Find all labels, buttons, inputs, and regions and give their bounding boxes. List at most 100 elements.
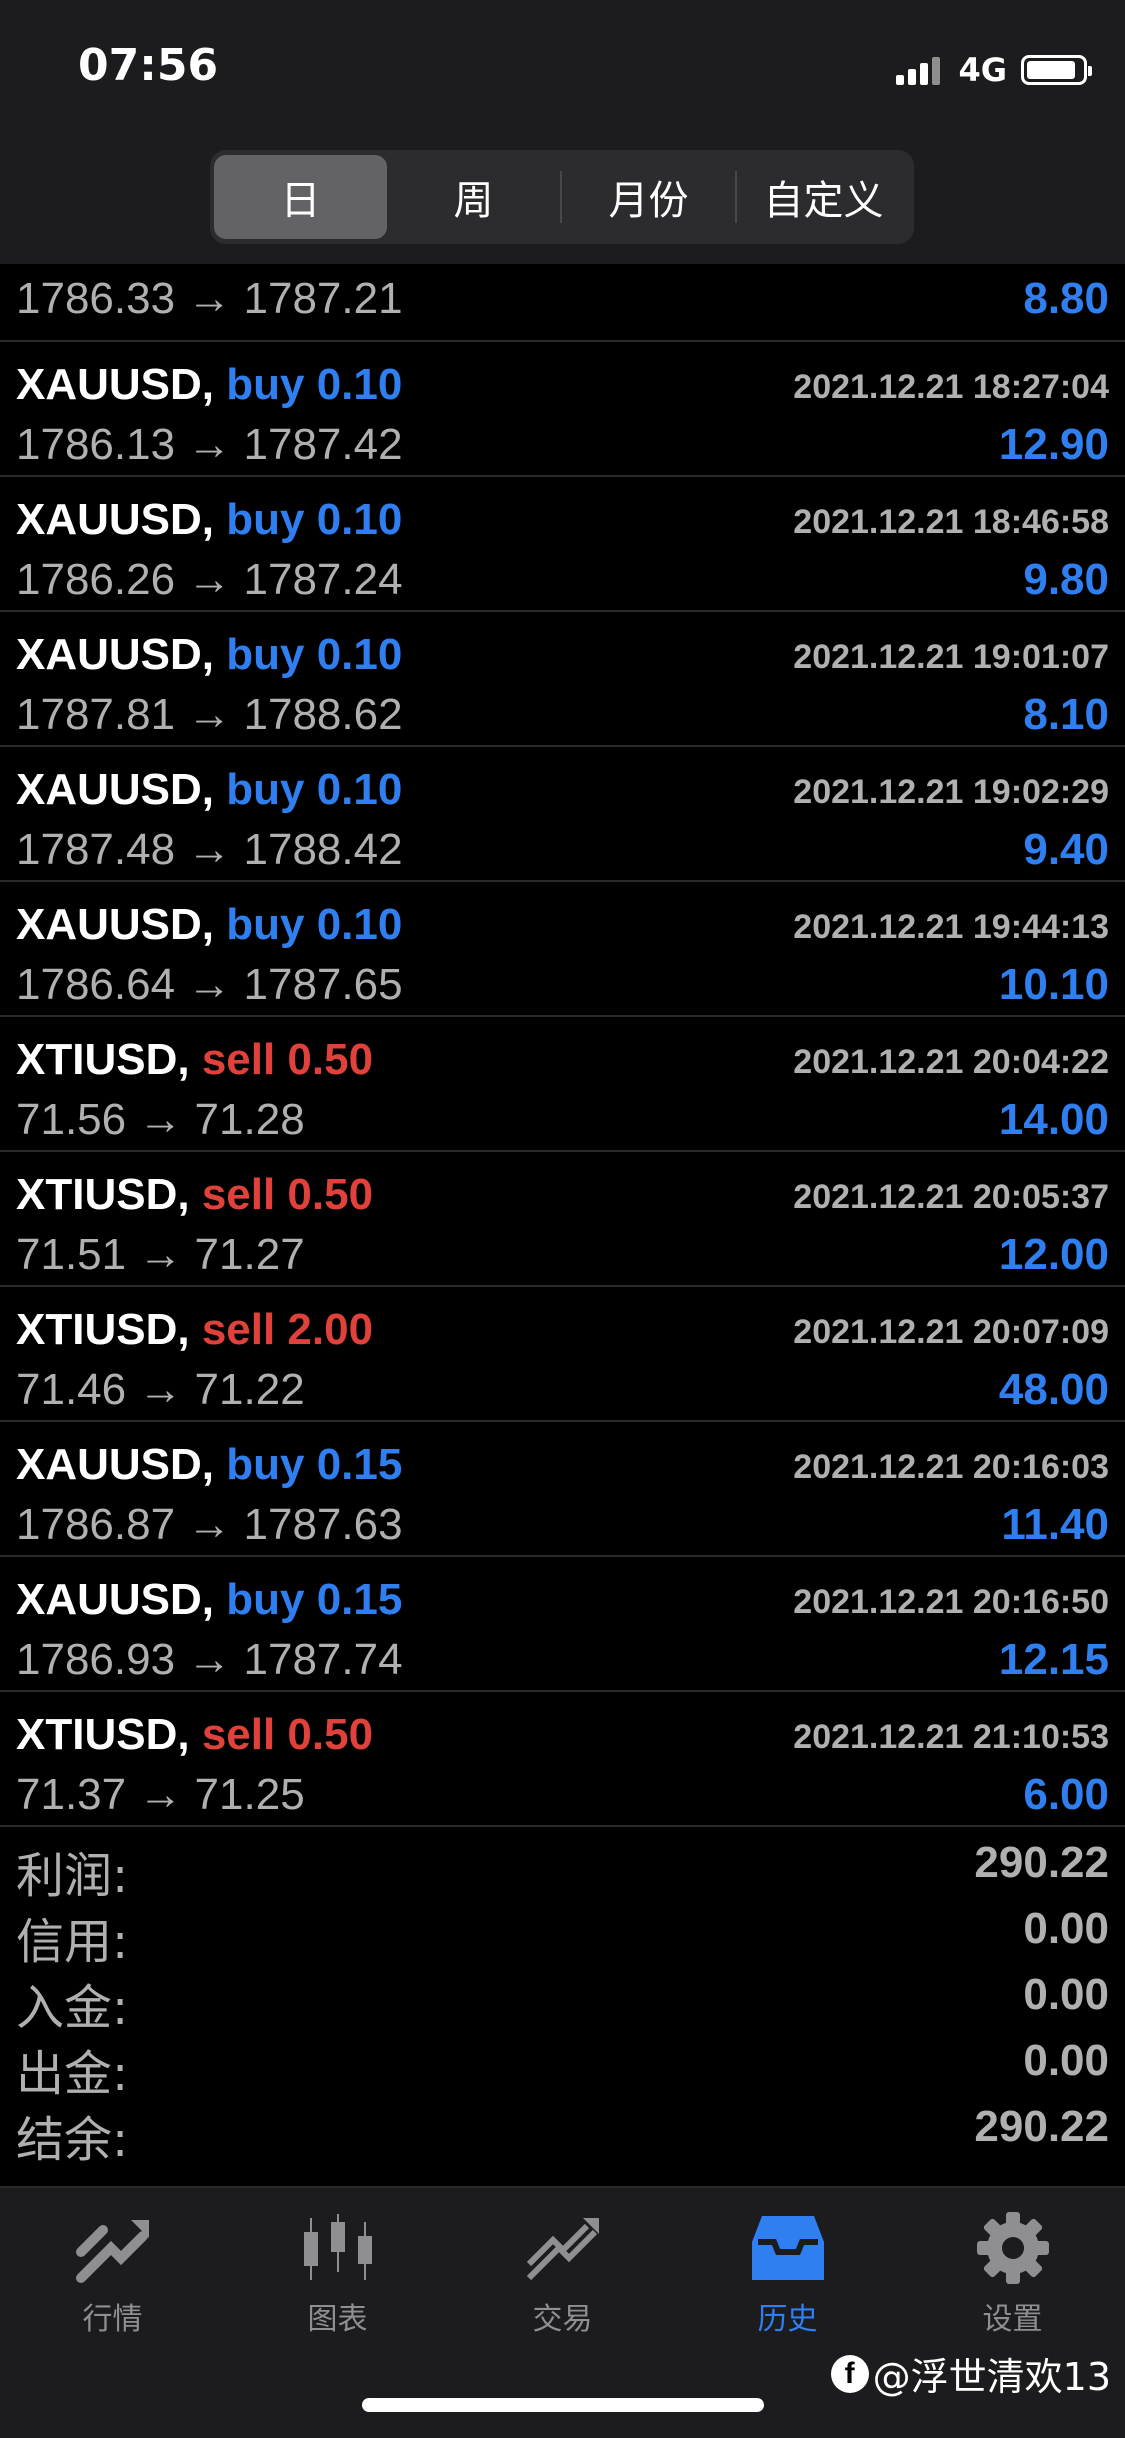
trade-row[interactable]: XAUUSD, buy 0.10 2021.12.21 18:27:04 1786.… (0, 342, 1125, 477)
facebook-icon: f (830, 2354, 869, 2393)
trade-datetime: 2021.12.21 19:01:07 (793, 638, 1109, 676)
period-tab-day[interactable]: 日 (214, 155, 387, 239)
trade-side: buy 0.15 (226, 1575, 403, 1624)
trade-profit: 9.40 (1023, 825, 1109, 874)
summary-row-deposit: 入金: 0.00 (0, 1964, 1125, 2036)
period-tab-week[interactable]: 周 (387, 155, 560, 239)
trade-title: XAUUSD, buy 0.15 (16, 1440, 402, 1490)
trade-profit: 12.90 (998, 420, 1109, 469)
tab-settings[interactable]: 设置 (900, 2212, 1125, 2362)
trade-icon (526, 2218, 599, 2281)
trade-side: sell 2.00 (201, 1305, 374, 1354)
trade-row[interactable]: XTIUSD, sell 0.50 2021.12.21 21:10:53 71.3… (0, 1692, 1125, 1827)
summary-row-withdrawal: 出金: 0.00 (0, 2030, 1125, 2102)
trade-side: buy 0.10 (226, 495, 403, 544)
tab-trade[interactable]: 交易 (450, 2212, 675, 2362)
trade-datetime: 2021.12.21 18:27:04 (793, 368, 1109, 406)
trade-symbol: XTIUSD, (16, 1035, 190, 1084)
signal-icon (896, 55, 944, 85)
trade-prices: 1787.81 → 1788.62 (16, 690, 403, 739)
trade-title: XTIUSD, sell 0.50 (16, 1710, 373, 1760)
trade-row[interactable]: XAUUSD, buy 0.10 2021.12.21 19:01:07 1787.… (0, 612, 1125, 747)
trade-row[interactable]: XAUUSD, buy 0.10 2021.12.21 19:44:13 1786.… (0, 882, 1125, 1017)
trade-side: sell 0.50 (201, 1710, 374, 1759)
trade-datetime: 2021.12.21 20:16:50 (793, 1583, 1109, 1621)
status-indicators: 4G (896, 50, 1092, 90)
trade-title: XTIUSD, sell 2.00 (16, 1305, 373, 1355)
tab-label: 行情 (82, 2302, 143, 2337)
trade-side: buy 0.10 (226, 630, 403, 679)
trade-profit: 12.15 (998, 1635, 1109, 1684)
trade-datetime: 2021.12.21 20:07:09 (793, 1313, 1109, 1351)
summary-value: 290.22 (974, 1838, 1109, 1887)
tab-chart[interactable]: 图表 (225, 2212, 450, 2362)
battery-icon (1021, 55, 1092, 85)
tab-quotes[interactable]: 行情 (0, 2212, 225, 2362)
trade-title: XAUUSD, buy 0.10 (16, 630, 402, 680)
tab-label: 交易 (532, 2302, 593, 2337)
trade-datetime: 2021.12.21 20:16:03 (793, 1448, 1109, 1486)
trade-row[interactable]: XAUUSD, buy 0.15 2021.12.21 20:16:50 1786.… (0, 1557, 1125, 1692)
watermark: f @浮世清欢13 (830, 2346, 1111, 2401)
trade-prices: 1786.93 → 1787.74 (16, 1635, 403, 1684)
trade-side: sell 0.50 (201, 1035, 374, 1084)
trade-prices: 71.56 → 71.28 (16, 1095, 305, 1144)
trade-prices: 1786.64 → 1787.65 (16, 960, 403, 1009)
summary-value: 0.00 (1023, 1970, 1109, 2019)
trade-datetime: 2021.12.21 20:04:22 (793, 1043, 1109, 1081)
trade-side: buy 0.15 (226, 1440, 403, 1489)
trade-profit: 8.10 (1023, 690, 1109, 739)
trade-profit: 11.40 (1001, 1500, 1109, 1549)
trade-symbol: XAUUSD, (16, 1575, 215, 1624)
tab-history[interactable]: 历史 (675, 2212, 900, 2362)
quotes-icon (75, 2220, 149, 2283)
trade-row[interactable]: XTIUSD, sell 0.50 2021.12.21 20:04:22 71.5… (0, 1017, 1125, 1152)
trade-symbol: XAUUSD, (16, 1440, 215, 1489)
trade-row[interactable]: XAUUSD, buy 0.15 2021.12.21 20:16:03 1786.… (0, 1422, 1125, 1557)
period-tab-month[interactable]: 月份 (562, 155, 735, 239)
trade-prices: 1786.87 → 1787.63 (16, 1500, 403, 1549)
trade-row[interactable]: 1786.33 → 1787.21 8.80 (0, 264, 1125, 342)
trade-symbol: XTIUSD, (16, 1305, 190, 1354)
trade-row[interactable]: XTIUSD, sell 0.50 2021.12.21 20:05:37 71.5… (0, 1152, 1125, 1287)
summary-label: 利润: (16, 1848, 129, 1904)
status-time: 07:56 (78, 40, 219, 91)
summary-row-balance: 结余: 290.22 (0, 2096, 1125, 2168)
trade-profit: 12.00 (998, 1230, 1109, 1279)
trade-profit: 14.00 (998, 1095, 1109, 1144)
tab-label: 历史 (757, 2302, 818, 2337)
trade-profit: 10.10 (998, 960, 1109, 1009)
summary-label: 结余: (16, 2112, 129, 2168)
trade-profit: 9.80 (1023, 555, 1109, 604)
trade-title: XAUUSD, buy 0.15 (16, 1575, 402, 1625)
trade-title: XAUUSD, buy 0.10 (16, 900, 402, 950)
trade-prices: 1787.48 → 1788.42 (16, 825, 403, 874)
home-indicator[interactable] (362, 2398, 764, 2412)
history-icon (751, 2216, 824, 2280)
trade-symbol: XAUUSD, (16, 495, 215, 544)
period-tab-custom[interactable]: 自定义 (737, 155, 910, 239)
trade-datetime: 2021.12.21 19:02:29 (793, 773, 1109, 811)
trade-row[interactable]: XAUUSD, buy 0.10 2021.12.21 18:46:58 1786.… (0, 477, 1125, 612)
settings-icon (976, 2212, 1049, 2284)
trade-datetime: 2021.12.21 18:46:58 (793, 503, 1109, 541)
trade-row[interactable]: XAUUSD, buy 0.10 2021.12.21 19:02:29 1787.… (0, 747, 1125, 882)
account-summary: 利润: 290.22 信用: 0.00 入金: 0.00 出金: 0.00 结余… (0, 1832, 1125, 2168)
trade-datetime: 2021.12.21 21:10:53 (793, 1718, 1109, 1756)
tab-label: 图表 (307, 2302, 368, 2337)
summary-label: 出金: (16, 2046, 129, 2102)
summary-value: 290.22 (974, 2102, 1109, 2151)
trade-side: buy 0.10 (226, 360, 403, 409)
trade-history-list: 1786.33 → 1787.21 8.80 XAUUSD, buy 0.10 2… (0, 264, 1125, 1827)
trade-symbol: XTIUSD, (16, 1170, 190, 1219)
trade-prices: 71.46 → 71.22 (16, 1365, 305, 1414)
trade-datetime: 2021.12.21 20:05:37 (793, 1178, 1109, 1216)
trade-prices: 71.51 → 71.27 (16, 1230, 305, 1279)
trade-symbol: XTIUSD, (16, 1710, 190, 1759)
trade-symbol: XAUUSD, (16, 360, 215, 409)
trade-title: XAUUSD, buy 0.10 (16, 495, 402, 545)
trade-prices: 1786.33 → 1787.21 (16, 274, 403, 323)
watermark-text: @浮世清欢13 (872, 2355, 1111, 2399)
summary-row-credit: 信用: 0.00 (0, 1898, 1125, 1970)
trade-row[interactable]: XTIUSD, sell 2.00 2021.12.21 20:07:09 71.4… (0, 1287, 1125, 1422)
